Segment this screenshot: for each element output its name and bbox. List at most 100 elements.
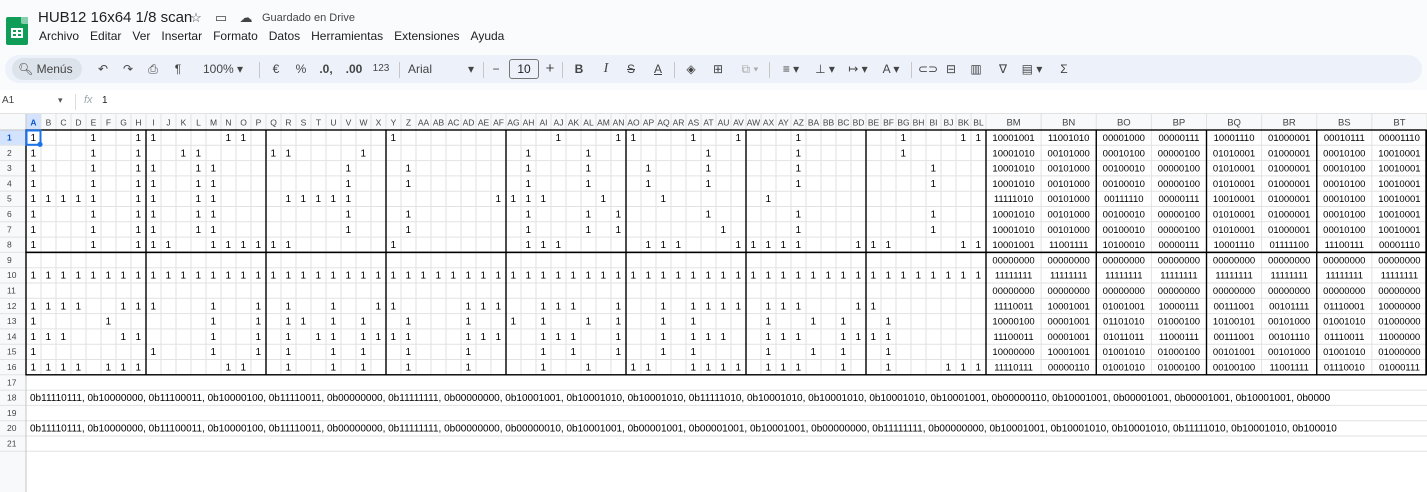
align-vertical-icon[interactable]: ⊥ ▾ xyxy=(812,55,838,83)
bit-cell: 1 xyxy=(46,363,52,374)
sheets-logo[interactable] xyxy=(6,17,28,45)
bit-cell: 1 xyxy=(91,271,97,282)
byte-cell: 00000000 xyxy=(1268,286,1310,297)
menu-herramientas[interactable]: Herramientas xyxy=(311,29,383,43)
column-header-BQ: BQ xyxy=(1227,118,1241,129)
column-header-U: U xyxy=(330,118,336,128)
bit-cell: 1 xyxy=(586,363,592,374)
bit-cell: 1 xyxy=(46,194,52,205)
name-box[interactable]: A1 xyxy=(2,95,14,106)
font-size-decrease[interactable]: − xyxy=(490,55,502,83)
bit-cell: 1 xyxy=(31,179,37,190)
bit-cell: 1 xyxy=(436,271,442,282)
menu-datos[interactable]: Datos xyxy=(269,29,300,43)
star-icon[interactable]: ☆ xyxy=(188,10,204,26)
borders-icon[interactable]: ⊞ xyxy=(710,55,726,83)
font-select[interactable]: Arial ▾ xyxy=(408,55,474,83)
chart-icon[interactable]: ▥ xyxy=(968,55,984,83)
bit-cell: 1 xyxy=(541,347,547,358)
byte-cell: 00111001 xyxy=(1214,301,1255,312)
menu-ver[interactable]: Ver xyxy=(132,29,150,43)
menu-formato[interactable]: Formato xyxy=(213,29,258,43)
document-title[interactable]: HUB12 16x64 1/8 scan xyxy=(38,9,192,26)
link-icon[interactable]: ⊂⊃ xyxy=(918,55,938,83)
byte-cell: 01001010 xyxy=(1103,363,1145,374)
column-header-AD: AD xyxy=(463,118,475,128)
filter-views-icon[interactable]: ▤ ▾ xyxy=(1019,55,1045,83)
print-icon[interactable]: ⎙ xyxy=(145,55,161,83)
italic-button[interactable]: I xyxy=(599,55,613,83)
byte-cell: 10010001 xyxy=(1378,210,1420,221)
bit-cell: 1 xyxy=(541,240,547,251)
bit-cell: 1 xyxy=(646,179,652,190)
bit-cell: 1 xyxy=(151,347,157,358)
bit-cell: 1 xyxy=(706,301,712,312)
column-header-K: K xyxy=(181,118,187,128)
bit-cell: 1 xyxy=(31,271,37,282)
number-format-button[interactable]: 123 xyxy=(371,55,391,83)
bit-cell: 1 xyxy=(901,133,907,144)
bit-cell: 1 xyxy=(346,225,352,236)
bit-cell: 1 xyxy=(526,148,532,159)
byte-cell: 10001010 xyxy=(992,179,1034,190)
redo-icon[interactable]: ↷ xyxy=(120,55,136,83)
bit-cell: 1 xyxy=(616,347,622,358)
text-wrap-icon[interactable]: ↦ ▾ xyxy=(845,55,871,83)
merge-cells-icon[interactable]: ⧉ ▾ xyxy=(737,55,763,83)
column-header-AY: AY xyxy=(778,118,789,128)
menu-ayuda[interactable]: Ayuda xyxy=(471,29,505,43)
bit-cell: 1 xyxy=(346,271,352,282)
byte-cell: 00000000 xyxy=(1323,286,1365,297)
bit-cell: 1 xyxy=(211,164,217,175)
bit-cell: 1 xyxy=(556,271,562,282)
byte-cell: 01010001 xyxy=(1213,164,1255,175)
byte-cell: 11111111 xyxy=(1326,271,1363,282)
grid-canvas[interactable]: A B C D E F G H I J K L M N O P Q R S T U V W X Y Z AA AB AC AD AE AF AG… xyxy=(0,114,1427,492)
bit-cell: 1 xyxy=(376,271,382,282)
name-box-dropdown-icon[interactable]: ▾ xyxy=(58,95,63,106)
byte-cell: 00000111 xyxy=(1159,194,1200,205)
menu-extensiones[interactable]: Extensiones xyxy=(394,29,459,43)
zoom-select[interactable]: 100% ▾ xyxy=(198,55,248,83)
menu-insertar[interactable]: Insertar xyxy=(161,29,202,43)
row-header-19: 19 xyxy=(7,408,17,418)
bit-cell: 1 xyxy=(466,317,472,328)
byte-cell: 00000000 xyxy=(1213,255,1255,266)
byte-cell: 10001110 xyxy=(1214,240,1255,251)
align-horizontal-icon[interactable]: ≡ ▾ xyxy=(778,55,804,83)
undo-icon[interactable]: ↶ xyxy=(95,55,111,83)
bold-button[interactable]: B xyxy=(572,55,586,83)
paint-format-icon[interactable]: ¶ xyxy=(170,55,186,83)
decrease-decimal-button[interactable]: .0, xyxy=(317,55,335,83)
spreadsheet-grid[interactable]: A B C D E F G H I J K L M N O P Q R S T U V W X Y Z AA AB AC AD AE AF AG… xyxy=(0,114,1427,492)
filter-icon[interactable]: ∇ xyxy=(995,55,1011,83)
bit-cell: 1 xyxy=(196,210,202,221)
search-menus-button[interactable]: 🔍︎ Menús xyxy=(12,58,82,80)
formula-input[interactable]: 1 xyxy=(102,95,108,106)
column-header-AB: AB xyxy=(433,118,445,128)
bit-cell: 1 xyxy=(406,179,412,190)
byte-cell: 10010001 xyxy=(1378,148,1420,159)
text-rotation-icon[interactable]: A ▾ xyxy=(878,55,904,83)
percent-button[interactable]: % xyxy=(294,55,308,83)
text-color-button[interactable]: A xyxy=(650,55,666,83)
currency-button[interactable]: € xyxy=(269,55,283,83)
bit-cell: 1 xyxy=(706,210,712,221)
increase-decimal-button[interactable]: .00 xyxy=(343,55,365,83)
bit-cell: 1 xyxy=(361,148,367,159)
menu-editar[interactable]: Editar xyxy=(90,29,121,43)
column-header-B: B xyxy=(46,118,52,128)
strikethrough-button[interactable]: S xyxy=(624,55,638,83)
functions-icon[interactable]: Σ xyxy=(1057,55,1071,83)
bit-cell: 1 xyxy=(796,271,802,282)
bit-cell: 1 xyxy=(781,240,787,251)
comment-icon[interactable]: ⊟ xyxy=(943,55,959,83)
bit-cell: 1 xyxy=(811,317,817,328)
byte-cell: 10010001 xyxy=(1213,194,1255,205)
bit-cell: 1 xyxy=(766,301,772,312)
folder-move-icon[interactable]: ▭ xyxy=(213,10,229,26)
fill-color-icon[interactable]: ◈ xyxy=(683,55,699,83)
font-size-input[interactable]: 10 xyxy=(509,59,539,79)
menu-archivo[interactable]: Archivo xyxy=(39,29,79,43)
font-size-increase[interactable]: + xyxy=(544,55,556,83)
